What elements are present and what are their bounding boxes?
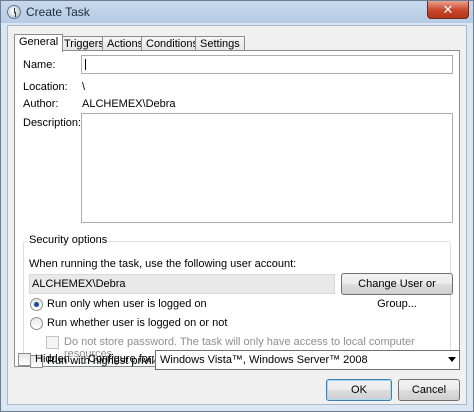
- hidden-checkbox[interactable]: [18, 353, 31, 366]
- create-task-dialog: Create Task ✕ General Triggers Actions C…: [0, 0, 474, 412]
- no-store-password-checkbox[interactable]: [46, 336, 59, 349]
- description-input[interactable]: [81, 113, 453, 223]
- radio-run-whether[interactable]: [30, 317, 43, 330]
- text-caret: [85, 59, 86, 70]
- tab-conditions[interactable]: Conditions: [141, 36, 203, 51]
- tab-label: Settings: [200, 38, 240, 50]
- title-bar[interactable]: Create Task ✕: [1, 1, 473, 23]
- configure-for-value: Windows Vista™, Windows Server™ 2008: [160, 354, 368, 366]
- general-panel: Name: Location: \ Author: ALCHEMEX\Debra…: [14, 50, 460, 368]
- ok-button[interactable]: OK: [326, 379, 392, 401]
- dialog-body: General Triggers Actions Conditions Sett…: [7, 25, 467, 405]
- radio-run-whether-label[interactable]: Run whether user is logged on or not: [47, 317, 227, 329]
- user-account-value: ALCHEMEX\Debra: [32, 278, 126, 290]
- window-title: Create Task: [26, 5, 90, 19]
- author-value: ALCHEMEX\Debra: [82, 98, 176, 110]
- tab-label: Actions: [107, 38, 144, 50]
- user-account-field: ALCHEMEX\Debra: [29, 274, 335, 294]
- location-label: Location:: [23, 81, 68, 93]
- dropdown-arrow-icon: [448, 357, 456, 362]
- tab-label: Triggers: [64, 38, 104, 50]
- hidden-label[interactable]: Hidden: [35, 353, 70, 365]
- name-label: Name:: [23, 59, 56, 71]
- tab-label: General: [19, 36, 59, 48]
- radio-run-logged-on[interactable]: [30, 298, 43, 311]
- security-group-title: Security options: [27, 234, 110, 246]
- ok-label: OK: [351, 384, 367, 396]
- description-label: Description:: [23, 117, 82, 129]
- change-user-button[interactable]: Change User or Group...: [341, 273, 453, 310]
- cancel-button[interactable]: Cancel: [398, 379, 460, 401]
- tab-label: Conditions: [146, 38, 198, 50]
- account-prompt: When running the task, use the following…: [29, 258, 297, 270]
- tab-settings[interactable]: Settings: [195, 36, 245, 51]
- location-value: \: [82, 81, 86, 93]
- author-label: Author:: [23, 98, 59, 110]
- tab-general[interactable]: General: [14, 34, 64, 52]
- clock-icon: [7, 5, 21, 19]
- radio-run-logged-on-label[interactable]: Run only when user is logged on: [47, 298, 207, 310]
- close-button[interactable]: ✕: [427, 1, 469, 19]
- name-input[interactable]: [81, 55, 453, 74]
- configure-for-label: Configure for:: [88, 353, 155, 365]
- close-icon: ✕: [442, 2, 454, 17]
- cancel-label: Cancel: [411, 384, 447, 396]
- configure-for-select[interactable]: Windows Vista™, Windows Server™ 2008: [155, 350, 460, 370]
